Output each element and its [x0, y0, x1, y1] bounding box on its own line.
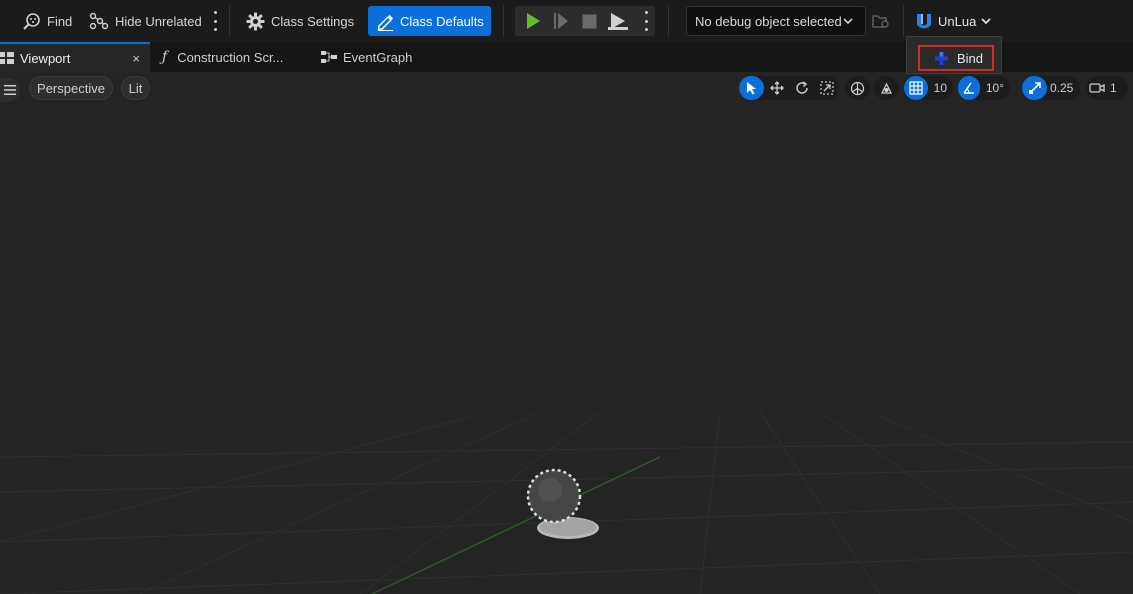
play-options-icon[interactable]: [643, 11, 649, 31]
transform-tools: [739, 76, 839, 100]
chevron-down-icon: [981, 18, 991, 25]
rotate-mode-button[interactable]: [789, 76, 814, 100]
coordinate-space-icon-wrap: [845, 76, 870, 100]
unlua-dropdown-menu: Bind: [906, 36, 1002, 74]
toolbar-divider: [229, 5, 230, 37]
translate-icon: [769, 81, 784, 95]
viewport-scene: [0, 411, 1133, 594]
grid-snap-value[interactable]: 10: [928, 81, 953, 95]
view-mode-lit-button[interactable]: Lit: [121, 76, 150, 100]
default-scene-root-gizmo: [526, 468, 599, 539]
find-button[interactable]: Find: [22, 7, 72, 35]
camera-speed-icon-wrap: [1086, 76, 1108, 100]
toolbar-divider: [668, 5, 669, 37]
play-controls: [515, 6, 655, 36]
debug-object-select[interactable]: No debug object selected: [686, 6, 866, 36]
scale-icon: [819, 81, 834, 95]
surface-snap-button[interactable]: [874, 76, 899, 100]
find-label: Find: [47, 13, 73, 29]
bind-label: Bind: [957, 50, 984, 66]
coordinate-space-button[interactable]: [845, 76, 870, 100]
scale-snap-toggle[interactable]: [1022, 76, 1047, 100]
unlua-label: UnLua: [938, 13, 977, 29]
grid-snap-icon: [909, 81, 923, 95]
viewport-icon: [0, 52, 14, 64]
grid-snap-toggle[interactable]: [904, 76, 928, 100]
hide-unrelated-icon: [89, 12, 109, 30]
rotate-icon: [795, 81, 808, 94]
grid-snap-control: 10: [904, 76, 953, 100]
stop-button[interactable]: [577, 6, 601, 36]
debug-object-label: No debug object selected: [695, 13, 842, 29]
scale-snap-icon: [1028, 82, 1041, 94]
play-button[interactable]: [521, 6, 545, 36]
rotation-snap-control: 10°: [958, 76, 1010, 100]
level-viewport[interactable]: Perspective Lit 10 10° 0.25 1: [0, 72, 1133, 594]
camera-speed-button[interactable]: 1: [1086, 76, 1128, 100]
tab-construction-script[interactable]: ƒ Construction Scr...: [162, 42, 312, 72]
play-icon: [527, 13, 540, 29]
world-x-axis-line: [371, 456, 661, 594]
select-cursor-icon: [746, 82, 756, 95]
tab-event-graph[interactable]: EventGraph: [321, 42, 441, 72]
chevron-down-icon: [843, 18, 853, 25]
tab-viewport-label: Viewport: [20, 50, 71, 66]
rotation-snap-value[interactable]: 10°: [980, 81, 1010, 95]
class-settings-label: Class Settings: [271, 13, 355, 29]
hamburger-menu-icon: [4, 85, 16, 95]
camera-speed-icon: [1089, 83, 1105, 93]
step-icon: [554, 13, 568, 29]
translate-mode-button[interactable]: [764, 76, 789, 100]
toolbar-divider: [903, 5, 904, 37]
perspective-button[interactable]: Perspective: [29, 76, 113, 100]
eject-button[interactable]: [605, 6, 631, 36]
angle-snap-icon: [963, 82, 974, 94]
toolbar-divider: [503, 5, 504, 37]
select-mode-button[interactable]: [739, 76, 764, 100]
rotation-snap-toggle[interactable]: [958, 76, 980, 100]
scale-mode-button[interactable]: [814, 76, 839, 100]
coordinate-space-icon: [850, 81, 865, 95]
unlua-menu-button[interactable]: UnLua: [915, 7, 991, 35]
graph-icon: [321, 51, 337, 63]
folder-icon: [872, 15, 889, 28]
class-defaults-button[interactable]: Class Defaults: [368, 6, 491, 36]
gear-icon: [246, 12, 265, 30]
step-button[interactable]: [549, 6, 573, 36]
unlua-logo-icon: [917, 14, 931, 29]
hide-unrelated-label: Hide Unrelated: [115, 13, 202, 29]
tab-construction-script-label: Construction Scr...: [177, 49, 284, 65]
edit-pencil-icon: [377, 14, 394, 31]
debug-browse-button[interactable]: [872, 7, 890, 35]
surface-snap-icon-wrap: [874, 76, 899, 100]
eject-icon: [608, 13, 628, 30]
scale-snap-value[interactable]: 0.25: [1047, 81, 1079, 95]
class-defaults-label: Class Defaults: [400, 13, 484, 29]
tab-event-graph-label: EventGraph: [343, 49, 413, 65]
hide-unrelated-options-icon[interactable]: [212, 11, 218, 31]
surface-snap-icon: [881, 82, 892, 94]
bind-icon: [935, 51, 948, 65]
class-settings-button[interactable]: Class Settings: [246, 7, 354, 35]
close-icon[interactable]: ×: [132, 51, 140, 66]
camera-speed-value: 1: [1110, 81, 1117, 95]
unlua-bind-menu-item[interactable]: Bind: [918, 45, 994, 71]
tab-viewport[interactable]: Viewport ×: [0, 42, 150, 72]
function-icon: ƒ: [162, 49, 168, 65]
scale-snap-control: 0.25: [1022, 76, 1080, 100]
hide-unrelated-button[interactable]: Hide Unrelated: [89, 7, 202, 35]
stop-icon: [582, 14, 596, 28]
find-icon: [23, 12, 40, 30]
